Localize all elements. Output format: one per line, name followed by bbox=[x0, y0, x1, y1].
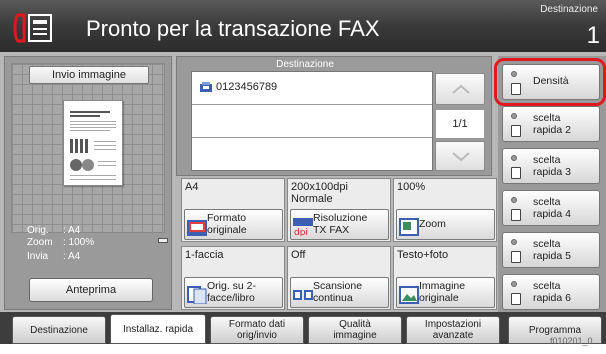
function-fax-resolution: 200x100dpi Normale dpi Risoluzione TX FA… bbox=[287, 178, 391, 242]
destination-count: 1 bbox=[586, 22, 600, 49]
shortcut-5-button[interactable]: scelta rapida 5 bbox=[502, 232, 600, 268]
status-dot-icon bbox=[511, 239, 517, 245]
shortcut-4-button[interactable]: scelta rapida 4 bbox=[502, 190, 600, 226]
original-size-button[interactable]: Formato originale bbox=[184, 209, 283, 240]
function-original-image: Testo+foto Immagine originale bbox=[393, 246, 497, 310]
function-original-size: A4 Formato originale bbox=[181, 178, 285, 242]
chevron-down-icon bbox=[452, 152, 470, 162]
fax-icon bbox=[13, 13, 52, 43]
shortcut-icon bbox=[511, 125, 521, 137]
tab-bar: Destinazione Installaz. rapida Formato d… bbox=[0, 312, 606, 354]
shortcut-6-button[interactable]: scelta rapida 6 bbox=[502, 274, 600, 310]
shortcut-3-button[interactable]: scelta rapida 3 bbox=[502, 148, 600, 184]
destination-entry[interactable] bbox=[192, 105, 432, 138]
destination-entry[interactable] bbox=[192, 138, 432, 171]
shortcut-icon bbox=[511, 209, 521, 221]
info-original: Orig.: A4 bbox=[27, 225, 81, 236]
preview-button[interactable]: Anteprima bbox=[29, 278, 153, 302]
duplex-icon bbox=[187, 286, 207, 304]
scroll-down-button[interactable] bbox=[435, 141, 485, 171]
tab-destination[interactable]: Destinazione bbox=[12, 316, 106, 344]
scroll-up-button[interactable] bbox=[435, 73, 485, 105]
status-dot-icon bbox=[511, 113, 517, 119]
zoom-icon bbox=[399, 218, 419, 236]
status-dot-icon bbox=[511, 197, 517, 203]
preview-panel: Invio immagine Orig.: A4 Zoom: 100% In… bbox=[4, 56, 172, 310]
figure-id: f010201_0 bbox=[550, 336, 593, 346]
function-duplex: 1-faccia Orig. su 2- facce/libro bbox=[181, 246, 285, 310]
shortcut-2-button[interactable]: scelta rapida 2 bbox=[502, 106, 600, 142]
continuous-scan-icon bbox=[293, 290, 313, 300]
original-size-icon bbox=[187, 220, 207, 236]
duplex-button[interactable]: Orig. su 2- facce/libro bbox=[184, 277, 283, 308]
destination-entry[interactable]: 0123456789 bbox=[192, 72, 432, 105]
chevron-up-icon bbox=[452, 84, 470, 94]
original-image-button[interactable]: Immagine originale bbox=[396, 277, 495, 308]
destination-list: 0123456789 bbox=[191, 71, 433, 171]
function-zoom: 100% Zoom bbox=[393, 178, 497, 242]
fax-number-icon bbox=[200, 82, 212, 92]
send-image-tab: Invio immagine bbox=[29, 66, 149, 84]
fax-resolution-button[interactable]: dpi Risoluzione TX FAX bbox=[290, 209, 389, 240]
function-continuous-scan: Off Scansione continua bbox=[287, 246, 391, 310]
info-send: Invia: A4 bbox=[27, 251, 81, 262]
destination-title: Destinazione bbox=[276, 59, 334, 70]
destination-count-label: Destinazione bbox=[540, 4, 598, 15]
tab-original-format[interactable]: Formato dati orig/invio bbox=[210, 316, 304, 344]
header-bar: Pronto per la transazione FAX Destinazio… bbox=[0, 0, 606, 52]
tab-image-quality[interactable]: Qualità immagine bbox=[308, 316, 402, 344]
continuous-scan-button[interactable]: Scansione continua bbox=[290, 277, 389, 308]
zoom-button[interactable]: Zoom bbox=[396, 209, 495, 240]
original-image-icon bbox=[399, 286, 419, 304]
document-thumbnail bbox=[63, 100, 123, 186]
preview-scroll-indicator bbox=[158, 238, 168, 243]
shortcut-icon bbox=[511, 251, 521, 263]
info-zoom: Zoom: 100% bbox=[27, 237, 95, 248]
fax-resolution-icon: dpi bbox=[293, 218, 313, 236]
tab-advanced-settings[interactable]: Impostazioni avanzate bbox=[406, 316, 500, 344]
fax-ready-screen: Pronto per la transazione FAX Destinazio… bbox=[0, 0, 606, 354]
density-highlight bbox=[494, 58, 606, 106]
page-indicator: 1/1 bbox=[435, 109, 485, 139]
status-dot-icon bbox=[511, 155, 517, 161]
preview-area: Invio immagine bbox=[11, 63, 168, 243]
shortcut-icon bbox=[511, 167, 521, 179]
tab-quick-setup[interactable]: Installaz. rapida bbox=[110, 314, 206, 344]
shortcut-icon bbox=[511, 293, 521, 305]
page-title: Pronto per la transazione FAX bbox=[86, 16, 380, 41]
destination-panel: Destinazione 0123456789 1/1 bbox=[176, 56, 492, 176]
status-dot-icon bbox=[511, 281, 517, 287]
svg-text:dpi: dpi bbox=[294, 228, 308, 236]
